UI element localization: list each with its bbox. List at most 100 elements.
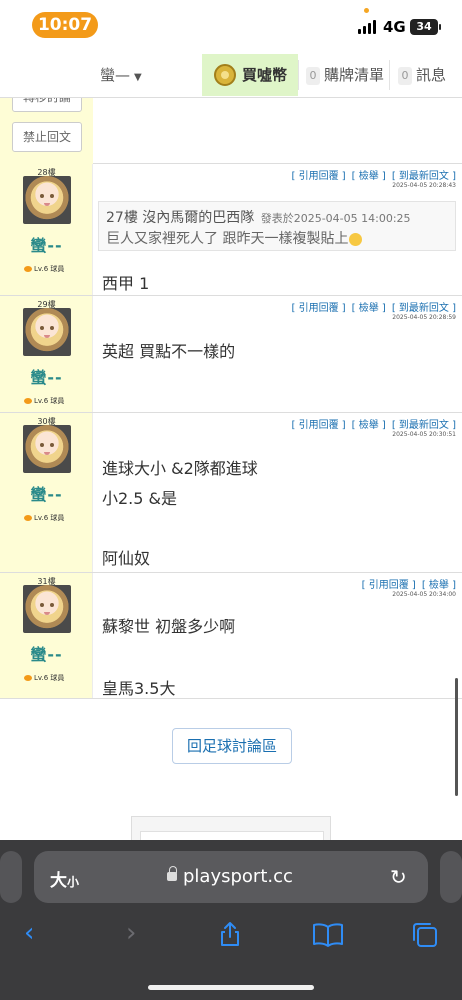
back-to-forum-button[interactable]: 回足球討論區 <box>172 728 292 764</box>
post-author-panel: 31樓 蠻-- Lv.6 球員 <box>0 573 93 698</box>
post-body-line: 皇馬3.5大 <box>102 679 176 698</box>
post-floor-31: 31樓 蠻-- Lv.6 球員 [ 引用回覆 ] [ 檢舉 ] 2025-04-0… <box>0 573 462 699</box>
back-arrow-icon[interactable]: ‹ <box>24 918 34 948</box>
user-menu[interactable]: 蠻— ▼ <box>100 52 142 98</box>
post-actions: [ 引用回覆 ] [ 檢舉 ] [ 到最新回文 ] <box>285 416 456 431</box>
reload-icon[interactable]: ↻ <box>390 865 407 889</box>
user-level-text: Lv.6 球員 <box>34 265 65 273</box>
level-badge-icon <box>24 515 32 521</box>
post-timestamp: 2025-04-05 20:30:51 <box>392 431 456 438</box>
nav-divider <box>389 60 390 90</box>
text-size-button[interactable]: 大小 <box>50 866 79 891</box>
post-timestamp: 2025-04-05 20:28:59 <box>392 314 456 321</box>
username[interactable]: 蠻-- <box>0 364 93 388</box>
avatar[interactable] <box>23 176 71 224</box>
footer-panel <box>131 816 331 840</box>
lock-replies-button[interactable]: 禁止回文 <box>12 122 82 152</box>
messages-count-badge: 0 <box>398 66 412 85</box>
cart-count-badge: 0 <box>306 66 320 85</box>
level-badge-icon <box>24 266 32 272</box>
post-actions: [ 引用回覆 ] [ 檢舉 ] [ 到最新回文 ] <box>285 167 456 182</box>
scrollbar[interactable] <box>455 678 458 796</box>
post-actions: [ 引用回覆 ] [ 檢舉 ] <box>356 576 456 591</box>
signal-icon <box>358 20 378 34</box>
username[interactable]: 蠻-- <box>0 481 93 505</box>
latest-reply-link[interactable]: [ 到最新回文 ] <box>392 420 456 431</box>
post-author-panel: 28樓 蠻-- Lv.6 球員 <box>0 164 93 295</box>
url-domain: playsport.cc <box>183 866 293 887</box>
post-actions: [ 引用回覆 ] [ 檢舉 ] [ 到最新回文 ] <box>285 299 456 314</box>
quote-body: 巨人又家裡死人了 跟昨天一樣複製貼上 <box>106 228 363 248</box>
user-level: Lv.6 球員 <box>24 396 64 406</box>
share-icon[interactable] <box>216 920 244 955</box>
network-type: 4G <box>383 18 406 36</box>
laughing-emoji-icon <box>349 232 363 246</box>
quote-header: 27樓 沒內馬爾的巴西隊 發表於2025-04-05 14:00:25 <box>106 207 411 227</box>
text-size-small: 小 <box>67 875 80 889</box>
post-body-line: 英超 買點不一樣的 <box>102 342 236 361</box>
post-author-panel: 30樓 蠻-- Lv.6 球員 <box>0 413 93 572</box>
report-link[interactable]: [ 檢舉 ] <box>352 171 386 182</box>
latest-reply-link[interactable]: [ 到最新回文 ] <box>392 303 456 314</box>
battery-tip <box>439 24 441 30</box>
text-size-large: 大 <box>50 871 67 891</box>
move-thread-button[interactable]: 轉移討論 <box>12 98 82 112</box>
admin-controls: 轉移討論 禁止回文 <box>0 98 462 164</box>
quote-author: 27樓 沒內馬爾的巴西隊 <box>106 210 255 226</box>
cart-label: 購牌清單 <box>324 66 385 84</box>
address-bar[interactable]: 大小 playsport.cc ↻ <box>34 851 428 903</box>
book-icon[interactable] <box>312 922 344 955</box>
clock-time: 10:07 <box>32 12 98 38</box>
user-level: Lv.6 球員 <box>24 513 64 523</box>
avatar[interactable] <box>23 425 71 473</box>
latest-reply-link[interactable]: [ 到最新回文 ] <box>392 171 456 182</box>
post-body-line: 阿仙奴 <box>102 549 151 568</box>
post-body-line: 進球大小 &2隊都進球 <box>102 459 258 478</box>
report-link[interactable]: [ 檢舉 ] <box>422 580 456 591</box>
messages-link[interactable]: 0 訊息 <box>398 52 446 98</box>
avatar[interactable] <box>23 585 71 633</box>
home-indicator <box>148 985 314 990</box>
tabs-icon[interactable] <box>410 920 440 957</box>
report-link[interactable]: [ 檢舉 ] <box>352 420 386 431</box>
avatar[interactable] <box>23 308 71 356</box>
quote-reply-link[interactable]: [ 引用回覆 ] <box>291 303 345 314</box>
cart-link[interactable]: 0 購牌清單 <box>306 52 384 98</box>
user-level: Lv.6 球員 <box>24 264 64 274</box>
forward-arrow-icon[interactable]: › <box>126 918 136 948</box>
browser-toolbar: 大小 playsport.cc ↻ ‹ › <box>0 840 462 1000</box>
report-link[interactable]: [ 檢舉 ] <box>352 303 386 314</box>
messages-label: 訊息 <box>416 66 447 84</box>
next-tab-preview[interactable] <box>440 851 462 903</box>
battery-icon: 34 <box>410 19 438 35</box>
quote-text: 巨人又家裡死人了 跟昨天一樣複製貼上 <box>106 231 349 247</box>
user-level-text: Lv.6 球員 <box>34 514 65 522</box>
quote-reply-link[interactable]: [ 引用回覆 ] <box>362 580 416 591</box>
caret-down-icon: ▼ <box>134 72 142 83</box>
quote-reply-link[interactable]: [ 引用回覆 ] <box>291 171 345 182</box>
user-level-text: Lv.6 球員 <box>34 397 65 405</box>
username[interactable]: 蠻-- <box>0 232 93 256</box>
user-level: Lv.6 球員 <box>24 673 64 683</box>
quote-posted-time: 發表於2025-04-05 14:00:25 <box>260 212 411 225</box>
post-floor-28: 28樓 蠻-- Lv.6 球員 [ 引用回覆 ][ 檢舉 ][ 到最新回文 ] … <box>0 164 462 296</box>
coin-icon <box>214 64 236 86</box>
lock-icon <box>167 865 177 881</box>
username[interactable]: 蠻-- <box>0 641 93 665</box>
url-text: playsport.cc <box>167 865 293 887</box>
user-level-text: Lv.6 球員 <box>34 674 65 682</box>
buy-coins-label: 買噓幣 <box>242 66 288 84</box>
privacy-indicator-dot <box>364 8 369 13</box>
post-timestamp: 2025-04-05 20:28:43 <box>392 182 456 189</box>
site-top-nav: 蠻— ▼ 買噓幣 0 購牌清單 0 訊息 <box>0 52 462 98</box>
buy-coins-button[interactable]: 買噓幣 <box>202 54 298 96</box>
post-body-line: 西甲 1 <box>102 274 150 293</box>
level-badge-icon <box>24 398 32 404</box>
post-floor-29: 29樓 蠻-- Lv.6 球員 [ 引用回覆 ][ 檢舉 ][ 到最新回文 ] … <box>0 296 462 413</box>
post-timestamp: 2025-04-05 20:34:00 <box>392 591 456 598</box>
post-body-line: 蘇黎世 初盤多少啊 <box>102 617 236 636</box>
quote-reply-link[interactable]: [ 引用回覆 ] <box>291 420 345 431</box>
previous-tab-preview[interactable] <box>0 851 22 903</box>
level-badge-icon <box>24 675 32 681</box>
user-menu-label: 蠻— <box>100 66 131 84</box>
